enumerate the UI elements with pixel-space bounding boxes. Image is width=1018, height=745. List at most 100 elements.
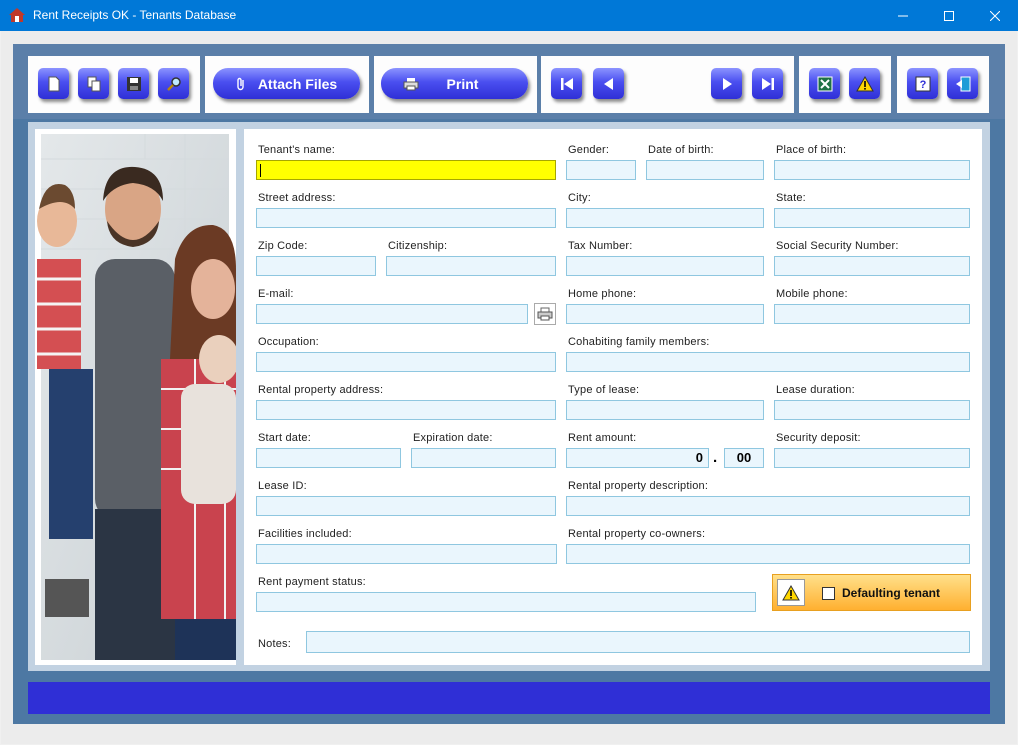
expiration-date-label: Expiration date: [413, 432, 493, 444]
attach-files-label: Attach Files [257, 75, 338, 92]
print-group: Print [374, 56, 537, 113]
lease-duration-label: Lease duration: [776, 384, 855, 396]
first-record-icon [560, 77, 573, 90]
tax-number-label: Tax Number: [568, 240, 633, 252]
rent-amount-integer-field[interactable]: 0 [566, 448, 709, 468]
defaulting-tenant-label: Defaulting tenant [842, 586, 940, 600]
close-button[interactable] [972, 0, 1018, 31]
tax-number-field[interactable] [566, 256, 764, 276]
new-document-icon [48, 76, 59, 91]
co-owners-label: Rental property co-owners: [568, 528, 706, 540]
content-frame: Tenant's name: Gender: Date of birth: Pl… [28, 122, 990, 671]
maximize-button[interactable] [926, 0, 972, 31]
state-field[interactable] [774, 208, 970, 228]
facilities-field[interactable] [256, 544, 557, 564]
place-of-birth-field[interactable] [774, 160, 970, 180]
expiration-date-field[interactable] [411, 448, 556, 468]
main-frame: Attach Files Print ? Tenant's name: Gend… [13, 44, 1005, 724]
toolbar: Attach Files Print ? [13, 44, 1005, 119]
security-deposit-label: Security deposit: [776, 432, 861, 444]
next-record-icon [722, 77, 732, 90]
minimize-button[interactable] [880, 0, 926, 31]
email-label: E-mail: [258, 288, 294, 300]
tenant-form: Tenant's name: Gender: Date of birth: Pl… [244, 129, 982, 665]
zip-code-field[interactable] [256, 256, 376, 276]
ssn-field[interactable] [774, 256, 970, 276]
security-deposit-field[interactable] [774, 448, 970, 468]
mobile-phone-label: Mobile phone: [776, 288, 848, 300]
email-field[interactable] [256, 304, 528, 324]
print-button[interactable]: Print [381, 68, 528, 99]
rental-address-field[interactable] [256, 400, 556, 420]
maximize-icon [944, 10, 954, 21]
rent-amount-decimal-field[interactable]: 00 [724, 448, 764, 468]
payment-status-field[interactable] [256, 592, 756, 612]
start-date-field[interactable] [256, 448, 401, 468]
next-record-button[interactable] [711, 68, 742, 99]
tenant-name-field[interactable] [256, 160, 556, 180]
window-title: Rent Receipts OK - Tenants Database [33, 8, 237, 22]
copy-button[interactable] [78, 68, 109, 99]
city-field[interactable] [566, 208, 764, 228]
lease-duration-field[interactable] [774, 400, 970, 420]
title-bar: Rent Receipts OK - Tenants Database [0, 0, 1018, 31]
home-phone-field[interactable] [566, 304, 764, 324]
new-button[interactable] [38, 68, 69, 99]
gender-label: Gender: [568, 144, 610, 156]
rental-address-label: Rental property address: [258, 384, 384, 396]
exit-icon [955, 76, 970, 91]
send-email-button[interactable] [534, 303, 556, 325]
city-label: City: [568, 192, 591, 204]
save-button[interactable] [118, 68, 149, 99]
rent-amount-label: Rent amount: [568, 432, 637, 444]
date-of-birth-field[interactable] [646, 160, 764, 180]
family-members-field[interactable] [566, 352, 970, 372]
mobile-phone-field[interactable] [774, 304, 970, 324]
facilities-label: Facilities included: [258, 528, 352, 540]
warning-button[interactable] [849, 68, 880, 99]
occupation-field[interactable] [256, 352, 556, 372]
rent-amount-decimal-value: 00 [736, 450, 752, 465]
first-record-button[interactable] [551, 68, 582, 99]
exit-button[interactable] [947, 68, 978, 99]
printer-mail-icon [537, 307, 553, 321]
tenant-photo [37, 134, 239, 660]
previous-record-button[interactable] [593, 68, 624, 99]
gender-field[interactable] [566, 160, 636, 180]
ssn-label: Social Security Number: [776, 240, 899, 252]
state-label: State: [776, 192, 806, 204]
rental-description-field[interactable] [566, 496, 970, 516]
minimize-icon [898, 15, 908, 16]
navigation-group [541, 56, 794, 113]
defaulting-warning-button[interactable] [777, 579, 805, 606]
place-of-birth-label: Place of birth: [776, 144, 847, 156]
help-button[interactable]: ? [907, 68, 938, 99]
last-record-icon [761, 77, 774, 90]
status-bar [28, 682, 990, 714]
notes-field[interactable] [306, 631, 970, 653]
text-cursor [260, 164, 261, 177]
defaulting-tenant-checkbox[interactable] [822, 587, 835, 600]
print-label: Print [446, 75, 479, 92]
co-owners-field[interactable] [566, 544, 970, 564]
excel-export-button[interactable] [809, 68, 840, 99]
previous-record-icon [603, 77, 613, 90]
client-area: Attach Files Print ? Tenant's name: Gend… [1, 31, 1017, 744]
search-button[interactable] [158, 68, 189, 99]
citizenship-field[interactable] [386, 256, 556, 276]
lease-id-field[interactable] [256, 496, 556, 516]
svg-text:?: ? [919, 79, 926, 91]
tenant-photo-panel [35, 129, 239, 665]
last-record-button[interactable] [752, 68, 783, 99]
lease-type-field[interactable] [566, 400, 764, 420]
street-address-label: Street address: [258, 192, 336, 204]
citizenship-label: Citizenship: [388, 240, 448, 252]
save-icon [126, 76, 141, 91]
street-address-field[interactable] [256, 208, 556, 228]
export-group [799, 56, 891, 113]
zip-code-label: Zip Code: [258, 240, 308, 252]
date-of-birth-label: Date of birth: [648, 144, 714, 156]
rent-amount-integer-value: 0 [695, 450, 703, 465]
attach-files-button[interactable]: Attach Files [213, 68, 360, 99]
tenant-name-label: Tenant's name: [258, 144, 336, 156]
